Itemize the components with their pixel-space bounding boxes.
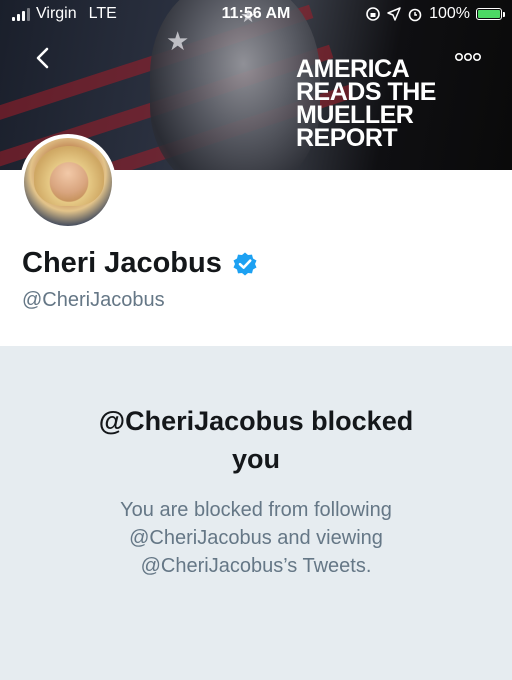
rotation-lock-icon <box>366 7 380 21</box>
location-icon <box>387 7 401 21</box>
avatar-hair <box>34 146 104 206</box>
blocked-desc-line: @CheriJacobus and viewing <box>129 527 383 549</box>
blocked-title: @CheriJacobus blocked you <box>0 402 512 478</box>
back-button[interactable] <box>30 44 58 72</box>
alarm-icon <box>408 8 422 22</box>
blocked-title-line: @CheriJacobus blocked <box>98 406 414 436</box>
battery-percent: 100% <box>429 5 470 22</box>
verified-badge-icon <box>233 252 257 275</box>
status-bar: Virgin LTE 11:56 AM 100% <box>0 0 512 30</box>
star-icon: ★ <box>166 26 190 56</box>
banner-line: REPORT <box>296 124 398 152</box>
blocked-desc-line: You are blocked from following <box>120 499 392 521</box>
blocked-description: You are blocked from following @CheriJac… <box>0 496 512 580</box>
profile-name: Cheri Jacobus <box>22 247 222 279</box>
profile-name-row: Cheri Jacobus <box>22 247 258 280</box>
chevron-left-icon <box>36 47 49 69</box>
profile-handle: @CheriJacobus <box>22 289 165 311</box>
avatar[interactable] <box>20 134 116 230</box>
more-dots-icon <box>454 52 481 62</box>
blocked-title-line: you <box>231 444 280 474</box>
more-options-button[interactable] <box>452 46 484 66</box>
blocked-desc-line: @CheriJacobus’s Tweets. <box>140 555 372 577</box>
banner-headline: AMERICA READS THE MUELLER REPORT <box>296 57 496 152</box>
status-right: 100% <box>365 5 505 23</box>
battery-icon <box>476 8 505 20</box>
